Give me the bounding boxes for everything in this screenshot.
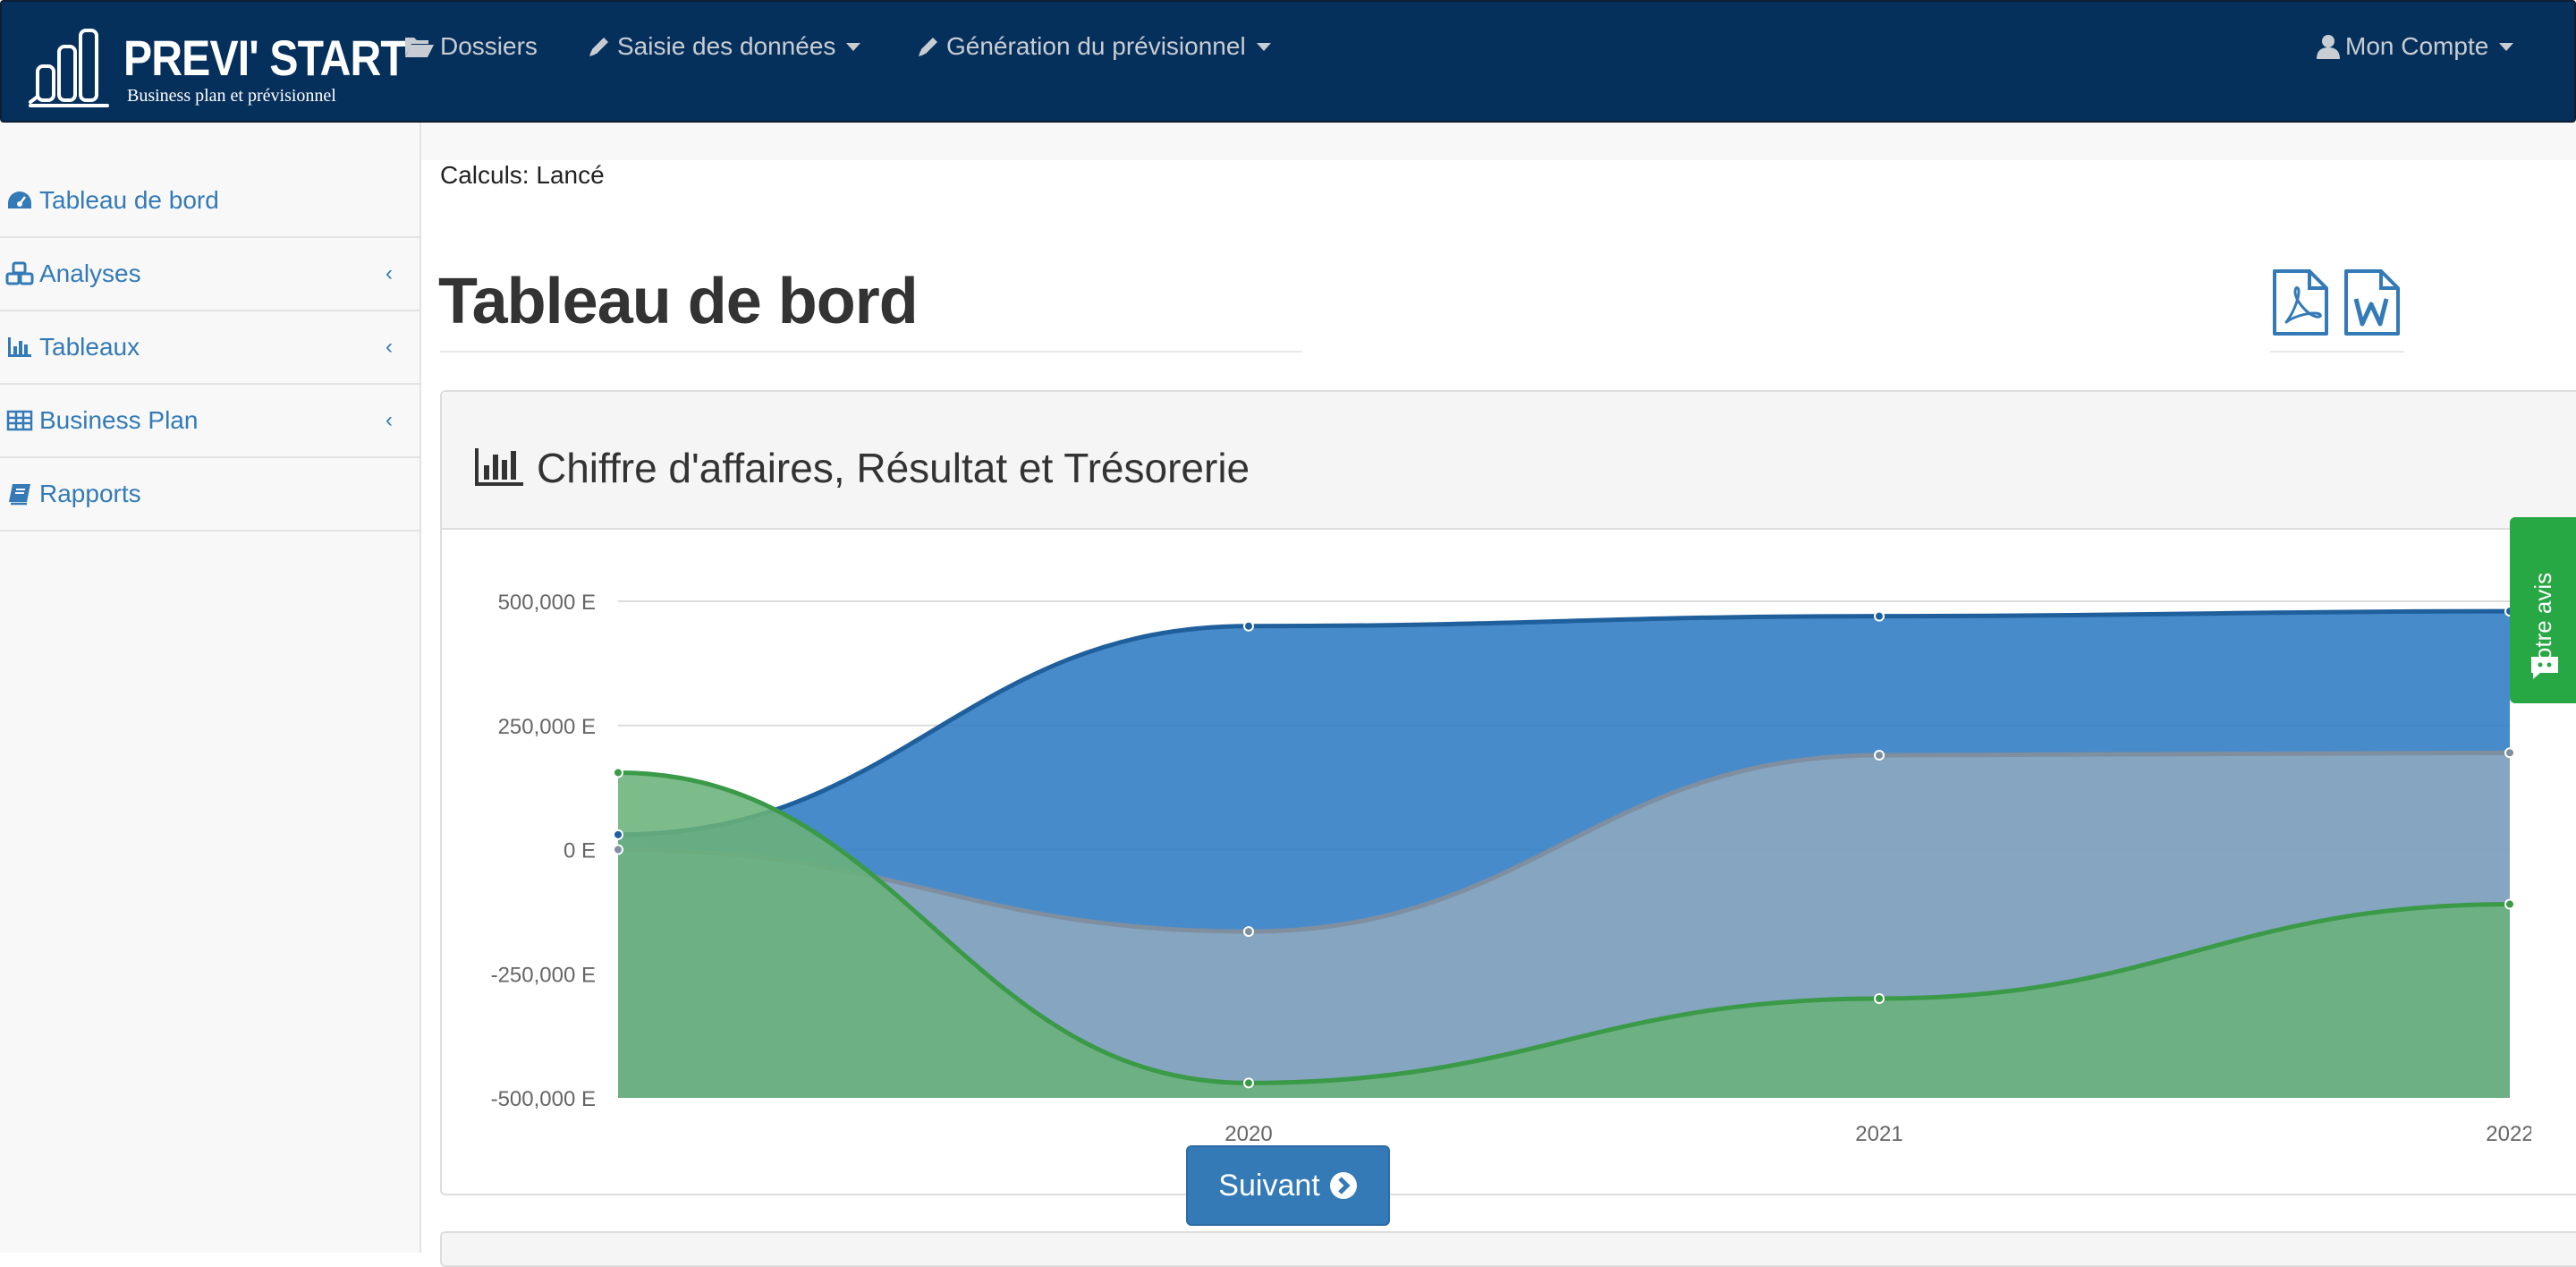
sidebar-item-label: Tableau de bord — [39, 186, 219, 214]
dashboard-icon — [2, 189, 38, 212]
data-point — [1243, 926, 1254, 938]
data-point — [1874, 993, 1885, 1004]
brand[interactable]: PREVI' START Business plan et prévisionn… — [29, 25, 407, 111]
next-panel — [440, 1231, 2576, 1267]
caret-down-icon — [1256, 42, 1271, 51]
word-file-icon[interactable] — [2343, 268, 2401, 336]
sidebar-item-rapports[interactable]: Rapports — [0, 458, 419, 531]
caret-down-icon — [846, 42, 861, 51]
sidebar-item-label: Business Plan — [39, 406, 199, 434]
nav-dossiers[interactable]: Dossiers — [404, 27, 538, 66]
bar-chart-icon — [475, 448, 523, 486]
pencil-icon — [589, 38, 608, 56]
data-point — [613, 844, 623, 855]
user-icon — [2317, 35, 2340, 59]
chat-bubble-icon — [2531, 657, 2558, 679]
x-tick-label: 2021 — [1855, 1122, 1902, 1146]
bar-chart-icon — [2, 336, 38, 359]
sidebar-item-label: Analyses — [39, 259, 141, 287]
sidebar-item-business-plan[interactable]: Business Plan ‹ — [0, 385, 419, 458]
next-button-label: Suivant — [1218, 1168, 1320, 1203]
data-point — [1243, 620, 1254, 632]
folder-open-icon — [405, 38, 434, 57]
brand-subtitle: Business plan et prévisionnel — [127, 86, 336, 106]
cubes-icon — [2, 261, 38, 286]
data-point — [1874, 750, 1885, 761]
sidebar-item-label: Tableaux — [39, 333, 140, 361]
calc-status: Calculs: Lancé — [440, 161, 605, 189]
feedback-tab[interactable]: Votre avis — [2510, 517, 2576, 703]
data-point — [613, 829, 623, 840]
nav-account-label: Mon Compte — [2345, 32, 2489, 60]
area-chart: 500,000 E 250,000 E 0 E -250,000 E -500,000 … — [491, 591, 2531, 1146]
table-icon — [2, 410, 38, 431]
sidebar: Tableau de bord Analyses ‹ Tableaux ‹ Bu… — [0, 123, 421, 1253]
sidebar-item-analyses[interactable]: Analyses ‹ — [0, 238, 419, 311]
nav-generation-dropdown[interactable]: Génération du prévisionnel — [916, 27, 1271, 66]
page-title: Tableau de bord — [438, 266, 919, 337]
chart-panel-header: Chiffre d'affaires, Résultat et Trésorer… — [442, 392, 2576, 530]
nav-generation-label: Génération du prévisionnel — [946, 32, 1246, 60]
chevron-left-icon: ‹ — [386, 261, 393, 285]
x-tick-label: 2020 — [1224, 1122, 1272, 1146]
chevron-left-icon: ‹ — [386, 408, 393, 432]
chevron-left-icon: ‹ — [386, 335, 393, 359]
nav-saisie-label: Saisie des données — [617, 32, 836, 60]
chart-panel-title: Chiffre d'affaires, Résultat et Trésorer… — [537, 445, 1250, 491]
sidebar-item-tableaux[interactable]: Tableaux ‹ — [0, 311, 419, 385]
caret-down-icon — [2499, 42, 2514, 51]
brand-logo-icon — [29, 29, 109, 107]
next-button[interactable]: Suivant — [1186, 1145, 1390, 1226]
book-icon — [2, 482, 38, 506]
x-tick-label: 2022 — [2486, 1122, 2531, 1146]
sidebar-item-tableau-de-bord[interactable]: Tableau de bord — [0, 165, 419, 238]
divider — [440, 351, 1302, 353]
data-point — [613, 767, 623, 778]
pdf-file-icon[interactable] — [2272, 268, 2329, 336]
data-point — [1874, 610, 1885, 622]
nav-account-dropdown[interactable]: Mon Compte — [2317, 27, 2514, 66]
data-point — [1243, 1077, 1254, 1089]
content-top-strip — [421, 123, 2576, 160]
y-tick-label: 250,000 E — [498, 715, 596, 739]
nav-dossiers-label: Dossiers — [440, 32, 538, 60]
top-navbar: PREVI' START Business plan et prévisionn… — [0, 0, 2576, 123]
pencil-icon — [919, 38, 937, 56]
y-tick-label: -250,000 E — [491, 963, 596, 987]
data-point — [2504, 898, 2515, 910]
brand-name: PREVI' START — [123, 30, 407, 86]
nav-saisie-dropdown[interactable]: Saisie des données — [587, 27, 861, 66]
y-tick-label: 500,000 E — [498, 591, 596, 615]
chevron-circle-right-icon — [1329, 1172, 1357, 1199]
sidebar-item-label: Rapports — [39, 480, 141, 507]
data-point — [2504, 747, 2515, 759]
divider — [2270, 351, 2404, 353]
y-tick-label: 0 E — [564, 839, 596, 863]
y-tick-label: -500,000 E — [491, 1087, 596, 1111]
